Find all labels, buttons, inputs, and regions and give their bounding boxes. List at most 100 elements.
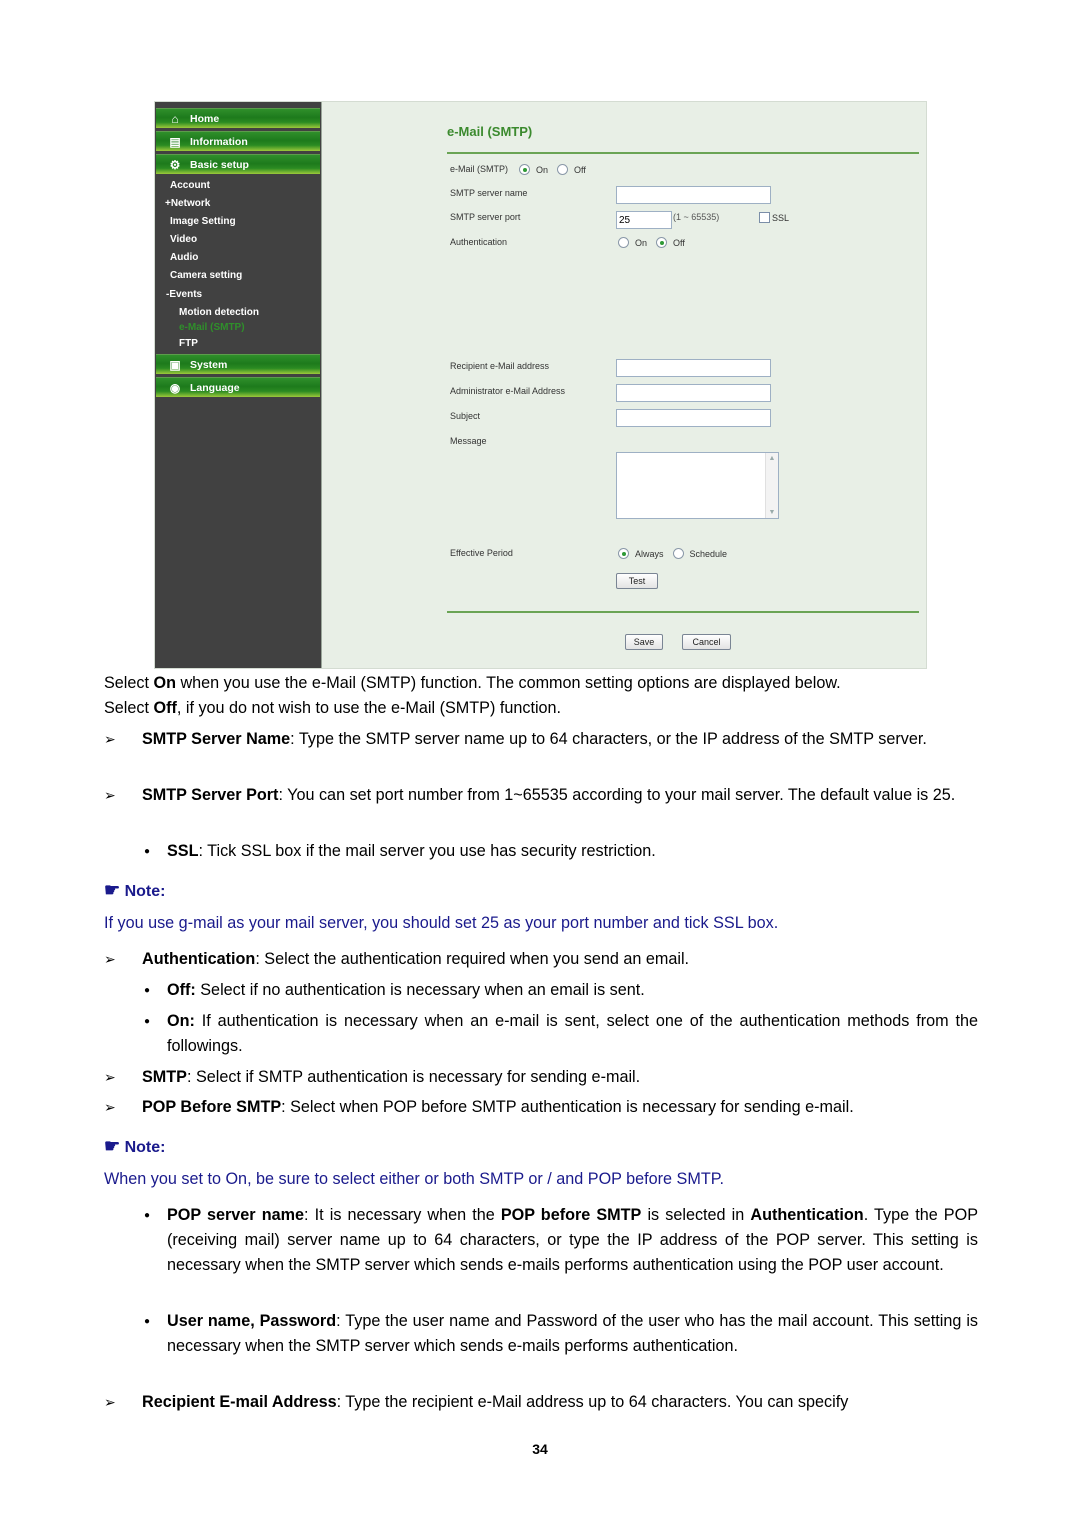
gear-icon: ⚙: [169, 158, 181, 172]
settings-panel: e-Mail (SMTP) e-Mail (SMTP) On Off SMTP …: [321, 102, 926, 668]
radio-label: Off: [673, 237, 685, 248]
text: : You can set port number from 1~65535 a…: [278, 786, 956, 804]
sidebar-item-email-smtp[interactable]: e-Mail (SMTP): [179, 321, 245, 335]
footer-divider: [447, 611, 919, 613]
sidebar-item-camera-setting[interactable]: Camera setting: [170, 269, 242, 283]
email-smtp-on-radio[interactable]: [519, 164, 530, 175]
recipient-email-input[interactable]: [616, 359, 771, 377]
sidebar-item-audio[interactable]: Audio: [170, 251, 198, 265]
smtp-server-name-input[interactable]: [616, 186, 771, 204]
bold-term: On:: [167, 1012, 195, 1030]
sidebar-item-network[interactable]: +Network: [165, 197, 210, 211]
sidebar-header-language[interactable]: ◉ Language: [156, 377, 320, 397]
dot-bullet-icon: ●: [144, 1316, 151, 1327]
port-range-hint: (1 ~ 65535): [673, 212, 720, 222]
sidebar-item-motion-detection[interactable]: Motion detection: [179, 306, 259, 320]
text: : Type the SMTP server name up to 64 cha…: [290, 730, 927, 748]
sidebar-header-label: Information: [190, 136, 248, 148]
dot-bullet-icon: ●: [144, 846, 151, 857]
email-smtp-off-radio[interactable]: [557, 164, 569, 175]
text: Select: [104, 674, 154, 692]
sidebar-header-home[interactable]: ⌂ Home: [156, 108, 320, 128]
intro-paragraph-1: Select On when you use the e-Mail (SMTP)…: [104, 671, 978, 696]
sidebar-header-label: System: [190, 359, 228, 371]
sidebar-item-image-setting[interactable]: Image Setting: [170, 215, 236, 229]
note-heading-1: ☛ Note:: [104, 878, 165, 904]
scroll-down-icon[interactable]: ▼: [766, 509, 778, 516]
sidebar-header-label: Home: [190, 113, 220, 125]
text: : Select if SMTP authentication is neces…: [186, 1068, 641, 1086]
home-icon: ⌂: [171, 112, 179, 126]
arrow-bullet-icon: ➢: [104, 731, 116, 747]
sidebar-item-video[interactable]: Video: [170, 233, 197, 247]
message-label: Message: [450, 436, 487, 446]
sidebar-item-events[interactable]: -Events: [166, 288, 202, 302]
smtp-server-name-item: SMTP Server Name: Type the SMTP server n…: [142, 727, 978, 752]
sidebar-item-account[interactable]: Account: [170, 179, 210, 193]
cancel-button[interactable]: Cancel: [682, 634, 731, 650]
email-smtp-label: e-Mail (SMTP): [450, 164, 508, 174]
sidebar-item-ftp[interactable]: FTP: [179, 337, 198, 351]
user-password-item: User name, Password: Type the user name …: [167, 1309, 978, 1359]
effective-period-label: Effective Period: [450, 548, 513, 558]
message-textarea[interactable]: ▲ ▼: [616, 452, 779, 519]
text: Select if no authentication is necessary…: [195, 981, 645, 999]
authentication-radio-group: On Off: [618, 237, 694, 248]
radio-label: Schedule: [689, 548, 728, 559]
document-icon: ▤: [169, 135, 181, 149]
ssl-item: SSL: Tick SSL box if the mail server you…: [167, 839, 978, 864]
text: is selected in: [641, 1206, 751, 1224]
dot-bullet-icon: ●: [144, 1016, 151, 1027]
email-smtp-radio-group: On Off: [519, 164, 595, 175]
smtp-server-port-item: SMTP Server Port: You can set port numbe…: [142, 783, 978, 808]
text: , if you do not wish to use the e-Mail (…: [176, 699, 562, 717]
camera-web-ui-screenshot: ⌂ Home ▤ Information ⚙ Basic setup Accou…: [154, 101, 927, 669]
text: : Select when POP before SMTP authentica…: [281, 1098, 854, 1116]
message-scrollbar[interactable]: ▲ ▼: [765, 453, 778, 518]
sidebar-header-information[interactable]: ▤ Information: [156, 131, 320, 151]
sidebar-nav: ⌂ Home ▤ Information ⚙ Basic setup Accou…: [155, 102, 322, 668]
sidebar-header-label: Language: [190, 382, 240, 394]
bold-term: SMTP: [142, 1068, 187, 1086]
text: : Type the recipient e-Mail address up t…: [336, 1393, 849, 1411]
dot-bullet-icon: ●: [144, 985, 151, 996]
panel-title: e-Mail (SMTP): [447, 124, 533, 139]
bold-term: Off: [153, 699, 177, 717]
bold-term: SMTP Server Name: [142, 730, 291, 748]
effective-period-always-radio[interactable]: [618, 548, 629, 559]
effective-period-radio-group: Always Schedule: [618, 548, 736, 559]
text: when you use the e-Mail (SMTP) function.…: [175, 674, 841, 692]
bold-term: Recipient E-mail Address: [142, 1393, 337, 1411]
sidebar-header-system[interactable]: ▣ System: [156, 354, 320, 374]
globe-icon: ◉: [169, 381, 181, 395]
pop-server-name-item: POP server name: It is necessary when th…: [167, 1203, 978, 1278]
authentication-off-radio[interactable]: [656, 237, 668, 248]
text: : It is necessary when the: [304, 1206, 501, 1224]
system-icon: ▣: [169, 358, 181, 372]
subject-label: Subject: [450, 411, 481, 421]
administrator-email-input[interactable]: [616, 384, 771, 402]
effective-period-schedule-radio[interactable]: [672, 548, 684, 559]
administrator-email-label: Administrator e-Mail Address: [450, 386, 566, 396]
bold-term: Authentication: [750, 1206, 864, 1224]
ssl-checkbox[interactable]: [759, 212, 770, 223]
bold-term: SSL: [167, 842, 199, 860]
note-label: Note:: [124, 1139, 166, 1156]
authentication-label: Authentication: [450, 237, 508, 247]
text: : Select the authentication required whe…: [255, 950, 690, 968]
recipient-email-label: Recipient e-Mail address: [450, 361, 550, 371]
scroll-up-icon[interactable]: ▲: [766, 455, 778, 462]
text: If authentication is necessary when an e…: [167, 1012, 978, 1055]
authentication-on-radio[interactable]: [618, 237, 629, 248]
bold-term: POP Before SMTP: [142, 1098, 282, 1116]
pop-before-smtp-item: POP Before SMTP: Select when POP before …: [142, 1095, 978, 1120]
test-button[interactable]: Test: [616, 573, 658, 589]
sidebar-header-basic-setup[interactable]: ⚙ Basic setup: [156, 154, 320, 174]
bold-term: On: [153, 674, 176, 692]
dot-bullet-icon: ●: [144, 1210, 151, 1221]
smtp-server-port-input[interactable]: [616, 211, 672, 229]
ssl-label: SSL: [772, 212, 790, 223]
subject-input[interactable]: [616, 409, 771, 427]
smtp-server-name-label: SMTP server name: [450, 188, 528, 198]
save-button[interactable]: Save: [625, 634, 663, 650]
